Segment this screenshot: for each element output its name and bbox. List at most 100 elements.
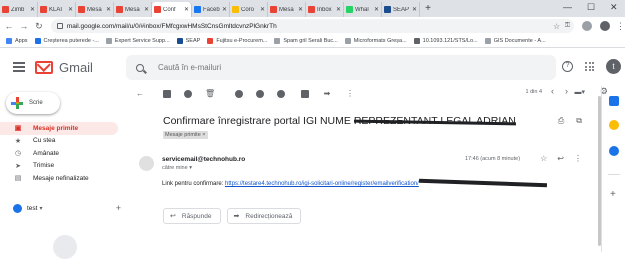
search-input[interactable] bbox=[158, 63, 538, 72]
reload-icon[interactable]: ↻ bbox=[33, 21, 45, 32]
tab-close-icon[interactable]: ✕ bbox=[298, 6, 303, 13]
gmail-wordmark: Gmail bbox=[59, 59, 93, 75]
inbox-label-chip[interactable]: Mesaje primite × bbox=[163, 131, 208, 139]
tab-close-icon[interactable]: ✕ bbox=[374, 6, 379, 13]
bookmark-favicon-icon bbox=[34, 38, 41, 44]
bookmark-star-icon[interactable]: ☆ bbox=[553, 22, 560, 31]
account-avatar[interactable]: t bbox=[606, 59, 621, 74]
sidebar-item[interactable]: ▤ Mesaje nefinalizate bbox=[0, 172, 118, 185]
older-icon[interactable]: › bbox=[565, 86, 568, 96]
recipient-text[interactable]: către mine ▾ bbox=[162, 165, 192, 171]
tab-close-icon[interactable]: ✕ bbox=[336, 6, 341, 13]
hangouts-bubble-icon[interactable] bbox=[53, 235, 77, 259]
tab-favicon-icon bbox=[308, 6, 315, 13]
browser-tab[interactable]: Zimb ✕ bbox=[0, 2, 38, 17]
report-spam-icon[interactable] bbox=[184, 90, 192, 98]
minimize-icon[interactable]: — bbox=[563, 2, 572, 12]
sender-avatar bbox=[139, 156, 154, 171]
reply-button[interactable]: ↩ Răspunde bbox=[163, 208, 221, 224]
sidebar-item[interactable]: ▣ Mesaje primite bbox=[0, 122, 118, 135]
add-task-icon[interactable] bbox=[277, 90, 285, 98]
key-icon[interactable]: ⚿ bbox=[565, 22, 570, 30]
tab-close-icon[interactable]: ✕ bbox=[260, 6, 265, 13]
browser-tab[interactable]: Whal ✕ bbox=[344, 2, 382, 17]
calendar-icon[interactable] bbox=[609, 96, 619, 106]
message-more-icon[interactable]: ⋮ bbox=[574, 154, 582, 163]
star-message-icon[interactable]: ☆ bbox=[540, 154, 547, 163]
input-tools-icon[interactable]: ▬▾ bbox=[574, 88, 585, 96]
browser-tab[interactable]: Faceb ✕ bbox=[192, 2, 230, 17]
bookmark-label: Expert Service Supp... bbox=[114, 38, 170, 44]
tab-close-icon[interactable]: ✕ bbox=[412, 6, 417, 13]
hangouts-user[interactable]: test ▾ + bbox=[13, 203, 121, 213]
bookmark-item[interactable]: Spam gril Serali Buc... bbox=[274, 38, 338, 44]
tab-close-icon[interactable]: ✕ bbox=[184, 6, 189, 13]
forward-button[interactable]: ➡ Redirecționează bbox=[226, 208, 302, 224]
confirmation-link[interactable]: https://testare4.technohub.ro/igi-solici… bbox=[225, 181, 419, 187]
browser-tab[interactable]: Conf ✕ bbox=[152, 2, 192, 17]
browser-tab[interactable]: KLAI ✕ bbox=[38, 2, 76, 17]
new-tab-button[interactable]: + bbox=[420, 2, 436, 17]
forward-icon[interactable]: → bbox=[18, 21, 30, 31]
bookmark-item[interactable]: SEAP bbox=[176, 38, 200, 44]
reply-icon[interactable]: ↩ bbox=[557, 154, 564, 163]
profile-icon[interactable] bbox=[600, 21, 611, 31]
move-to-icon[interactable] bbox=[301, 90, 309, 98]
back-icon[interactable]: ← bbox=[3, 21, 15, 31]
address-bar[interactable]: mail.google.com/mail/u/0/#inbox/FMfcgxwH… bbox=[50, 19, 575, 33]
sidebar-item[interactable]: ★ Cu stea bbox=[0, 135, 118, 148]
browser-tab[interactable]: Mesa ✕ bbox=[76, 2, 114, 17]
hangouts-dropdown-icon[interactable]: ▾ bbox=[39, 205, 42, 212]
delete-icon[interactable]: 🗑 bbox=[205, 89, 215, 99]
print-icon[interactable]: ⎙ bbox=[558, 116, 564, 126]
more-actions-icon[interactable]: ⋮ bbox=[345, 89, 355, 99]
browser-tab[interactable]: Mesa ✕ bbox=[268, 2, 306, 17]
get-addons-icon[interactable]: + bbox=[610, 189, 616, 200]
labels-icon[interactable]: ➡ bbox=[322, 89, 332, 99]
browser-tab[interactable]: Mesa ✕ bbox=[114, 2, 152, 17]
archive-icon[interactable] bbox=[163, 90, 171, 98]
keep-icon[interactable] bbox=[609, 120, 619, 130]
compose-button[interactable]: Scrie bbox=[6, 92, 60, 114]
search-box[interactable] bbox=[126, 55, 556, 80]
bookmark-label: 10.1093.121/STS/Lo... bbox=[422, 38, 478, 44]
bookmark-item[interactable]: Expert Service Supp... bbox=[105, 38, 170, 44]
bookmark-item[interactable]: Creșterea puterede -... bbox=[34, 38, 99, 44]
sender-email[interactable]: servicemail@technohub.ro bbox=[162, 156, 245, 163]
sidebar-item-label: Mesaje primite bbox=[33, 124, 79, 132]
bookmark-item[interactable]: Apps bbox=[6, 38, 28, 44]
browser-menu-icon[interactable]: ⋮ bbox=[616, 21, 625, 32]
tab-close-icon[interactable]: ✕ bbox=[68, 6, 73, 13]
folder-list: ▣ Mesaje primite ★ Cu stea ◷ Amânate ➤ Trimise ▤… bbox=[0, 122, 126, 185]
tab-close-icon[interactable]: ✕ bbox=[222, 6, 227, 13]
tab-close-icon[interactable]: ✕ bbox=[30, 6, 35, 13]
apps-grid-icon[interactable] bbox=[585, 62, 594, 71]
bookmark-item[interactable]: Microformats Greșa... bbox=[344, 38, 407, 44]
close-window-icon[interactable]: ✕ bbox=[610, 2, 618, 13]
search-icon[interactable] bbox=[136, 63, 144, 72]
tab-label: Inbox bbox=[317, 6, 332, 13]
gmail-logo[interactable]: Gmail bbox=[35, 60, 93, 75]
tab-close-icon[interactable]: ✕ bbox=[144, 6, 149, 13]
bookmark-item[interactable]: Fujitsu e-Procurem... bbox=[207, 38, 267, 44]
bookmark-item[interactable]: GIS Documente - A... bbox=[484, 38, 546, 44]
sidebar-item[interactable]: ◷ Amânate bbox=[0, 147, 118, 160]
message-subject: Confirmare înregistrare portal IGI NUME … bbox=[163, 115, 516, 127]
hangouts-add-icon[interactable]: + bbox=[116, 203, 121, 213]
bookmark-item[interactable]: 10.1093.121/STS/Lo... bbox=[413, 38, 478, 44]
help-icon[interactable]: ? bbox=[562, 61, 573, 72]
tasks-icon[interactable] bbox=[609, 146, 619, 156]
back-to-inbox-icon[interactable]: ← bbox=[135, 89, 145, 99]
maximize-icon[interactable]: ☐ bbox=[587, 2, 595, 13]
mark-unread-icon[interactable] bbox=[235, 90, 243, 98]
newer-icon[interactable]: ‹ bbox=[551, 86, 554, 96]
open-new-window-icon[interactable]: ⧉ bbox=[576, 116, 582, 126]
tab-close-icon[interactable]: ✕ bbox=[106, 6, 111, 13]
snooze-icon[interactable] bbox=[256, 90, 264, 98]
extension-icon[interactable] bbox=[582, 21, 593, 31]
browser-tab[interactable]: SEAP ✕ bbox=[382, 2, 420, 17]
sidebar-item[interactable]: ➤ Trimise bbox=[0, 160, 118, 173]
browser-tab[interactable]: Inbox ✕ bbox=[306, 2, 344, 17]
browser-tab[interactable]: Coro ✕ bbox=[230, 2, 268, 17]
main-menu-icon[interactable] bbox=[13, 60, 25, 75]
